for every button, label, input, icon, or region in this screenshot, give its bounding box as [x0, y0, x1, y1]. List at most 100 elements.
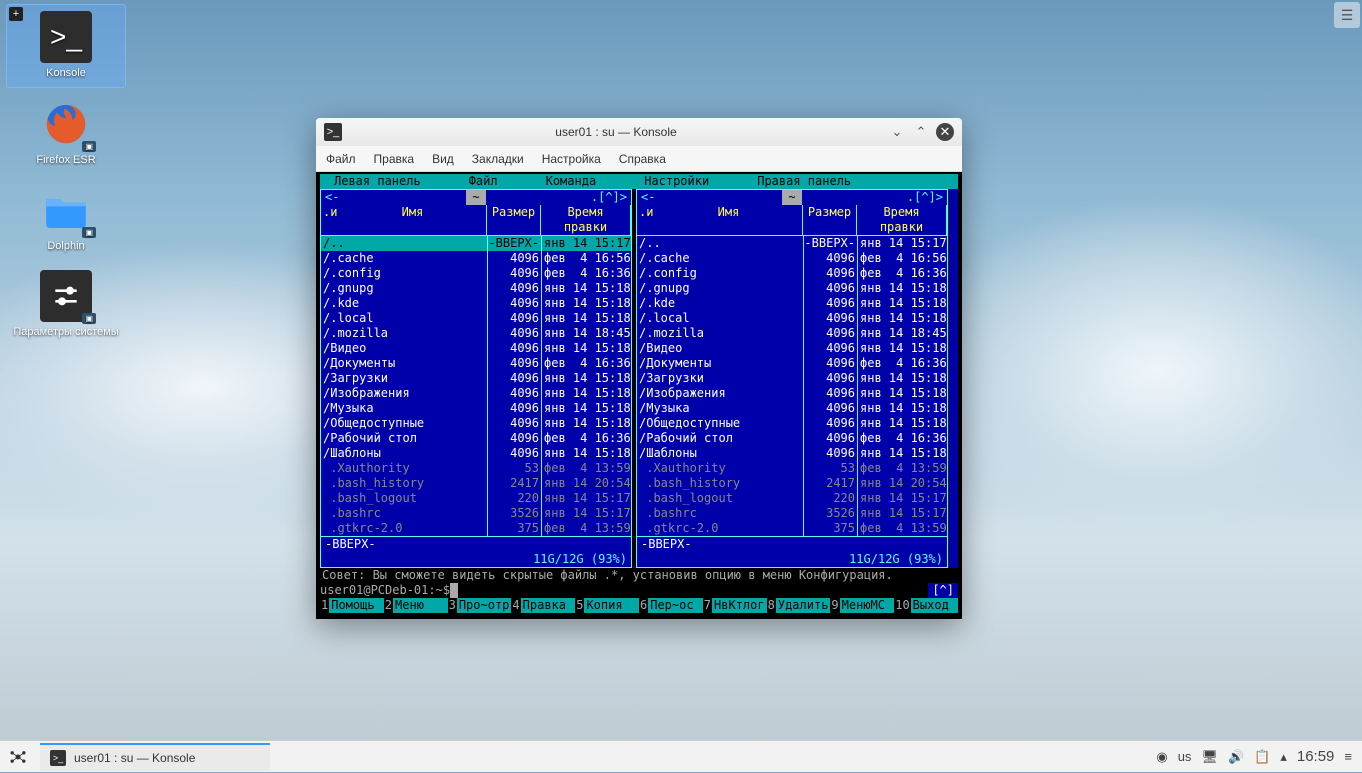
mc-menu-command[interactable]: Команда	[540, 174, 603, 189]
file-row[interactable]: /Документы4096фев 4 16:36	[321, 356, 631, 371]
terminal-area[interactable]: Левая панель Файл Команда Настройки Прав…	[316, 172, 962, 619]
tray-clock[interactable]: 16:59	[1297, 748, 1335, 765]
col-sort[interactable]: .и	[637, 205, 655, 235]
fkey-8[interactable]: 8Удалить	[767, 598, 831, 613]
tray-expand-icon[interactable]: ▴	[1280, 749, 1287, 765]
file-row[interactable]: /.mozilla4096янв 14 18:45	[637, 326, 947, 341]
file-row[interactable]: /Общедоступные4096янв 14 15:18	[637, 416, 947, 431]
menu-help[interactable]: Справка	[619, 152, 666, 166]
fkey-10[interactable]: 10Выход	[894, 598, 958, 613]
file-row[interactable]: .gtkrc-2.0375фев 4 13:59	[637, 521, 947, 536]
mc-menu-left-panel[interactable]: Левая панель	[328, 174, 427, 189]
file-row[interactable]: /.kde4096янв 14 15:18	[637, 296, 947, 311]
tray-volume-icon[interactable]: 🔊	[1228, 749, 1244, 765]
file-name: .Xauthority	[321, 461, 487, 476]
file-row[interactable]: /.config4096фев 4 16:36	[637, 266, 947, 281]
desktop-icon-firefox[interactable]: ▣ Firefox ESR	[6, 92, 126, 174]
mc-prompt[interactable]: user01@PCDeb-01:~$ [^]	[320, 583, 958, 598]
menu-file[interactable]: Файл	[326, 152, 356, 166]
file-row[interactable]: /Загрузки4096янв 14 15:18	[321, 371, 631, 386]
file-row[interactable]: /..-ВВЕРХ-янв 14 15:17	[321, 236, 631, 251]
file-row[interactable]: /.config4096фев 4 16:36	[321, 266, 631, 281]
menu-bookmarks[interactable]: Закладки	[472, 152, 524, 166]
terminal-scrollbar[interactable]	[948, 189, 958, 568]
mc-left-path: <- ~ .[^]>	[321, 190, 631, 205]
col-size[interactable]: Размер	[487, 205, 541, 235]
start-button[interactable]	[0, 741, 36, 773]
file-row[interactable]: /Рабочий стол4096фев 4 16:36	[321, 431, 631, 446]
file-row[interactable]: .bashrc3526янв 14 15:17	[637, 506, 947, 521]
file-date: янв 14 15:18	[541, 416, 631, 431]
file-row[interactable]: /Шаблоны4096янв 14 15:18	[637, 446, 947, 461]
file-row[interactable]: /.gnupg4096янв 14 15:18	[321, 281, 631, 296]
mc-left-path-text[interactable]: ~	[466, 190, 485, 205]
file-row[interactable]: /.kde4096янв 14 15:18	[321, 296, 631, 311]
col-date[interactable]: Время правки	[857, 205, 947, 235]
file-row[interactable]: /..-ВВЕРХ-янв 14 15:17	[637, 236, 947, 251]
fkey-6[interactable]: 6Пер~ос	[639, 598, 703, 613]
col-size[interactable]: Размер	[803, 205, 857, 235]
tray-clipboard-icon[interactable]: 📋	[1254, 749, 1270, 765]
desktop-icon-konsole[interactable]: + >_ Konsole	[6, 4, 126, 88]
file-row[interactable]: /Загрузки4096янв 14 15:18	[637, 371, 947, 386]
taskbar-entry-konsole[interactable]: >_ user01 : su — Konsole	[40, 743, 270, 771]
desktop-menu-button[interactable]: ☰	[1334, 2, 1360, 28]
file-row[interactable]: /Шаблоны4096янв 14 15:18	[321, 446, 631, 461]
fkey-5[interactable]: 5Копия	[575, 598, 639, 613]
menu-edit[interactable]: Правка	[374, 152, 415, 166]
fkey-number: 10	[894, 598, 910, 613]
fkey-9[interactable]: 9МенюMC	[830, 598, 894, 613]
file-size: 3526	[803, 506, 857, 521]
file-row[interactable]: /Рабочий стол4096фев 4 16:36	[637, 431, 947, 446]
menu-view[interactable]: Вид	[432, 152, 454, 166]
desktop-icon-dolphin[interactable]: ▣ Dolphin	[6, 178, 126, 260]
file-row[interactable]: /Музыка4096янв 14 15:18	[637, 401, 947, 416]
mc-right-path-text[interactable]: ~	[782, 190, 801, 205]
fkey-4[interactable]: 4Правка	[511, 598, 575, 613]
close-button[interactable]: ✕	[936, 123, 954, 141]
mc-menu-right-panel[interactable]: Правая панель	[751, 174, 857, 189]
mc-menu-file[interactable]: Файл	[463, 174, 504, 189]
file-size: 4096	[803, 296, 857, 311]
desktop-icon-system-settings[interactable]: ▣ Параметры системы	[6, 264, 126, 346]
tray-display-icon[interactable]: 🖥	[1201, 749, 1218, 765]
fkey-7[interactable]: 7НвКтлог	[703, 598, 767, 613]
col-name[interactable]: Имя	[655, 205, 803, 235]
file-row[interactable]: .bash_history2417янв 14 20:54	[321, 476, 631, 491]
col-name[interactable]: Имя	[339, 205, 487, 235]
col-date[interactable]: Время правки	[541, 205, 631, 235]
file-row[interactable]: /.local4096янв 14 15:18	[321, 311, 631, 326]
file-row[interactable]: .bash_history2417янв 14 20:54	[637, 476, 947, 491]
file-row[interactable]: /Изображения4096янв 14 15:18	[637, 386, 947, 401]
file-row[interactable]: .Xauthority53фев 4 13:59	[321, 461, 631, 476]
fkey-2[interactable]: 2Меню	[384, 598, 448, 613]
file-row[interactable]: /Видео4096янв 14 15:18	[321, 341, 631, 356]
file-row[interactable]: /Изображения4096янв 14 15:18	[321, 386, 631, 401]
file-row[interactable]: /.local4096янв 14 15:18	[637, 311, 947, 326]
file-row[interactable]: /.mozilla4096янв 14 18:45	[321, 326, 631, 341]
file-row[interactable]: .bash_logout220янв 14 15:17	[321, 491, 631, 506]
tray-accessibility-icon[interactable]: ◉	[1156, 749, 1167, 765]
file-row[interactable]: .bash_logout220янв 14 15:17	[637, 491, 947, 506]
menu-settings[interactable]: Настройка	[542, 152, 601, 166]
file-row[interactable]: /.cache4096фев 4 16:56	[637, 251, 947, 266]
minimize-button[interactable]: ⌄	[888, 123, 906, 141]
mc-menu-options[interactable]: Настройки	[638, 174, 715, 189]
file-row[interactable]: /Видео4096янв 14 15:18	[637, 341, 947, 356]
fkey-3[interactable]: 3Про~отр	[448, 598, 512, 613]
col-sort[interactable]: .и	[321, 205, 339, 235]
file-row[interactable]: /Музыка4096янв 14 15:18	[321, 401, 631, 416]
tray-keyboard-layout[interactable]: us	[1178, 749, 1192, 764]
file-row[interactable]: /Документы4096фев 4 16:36	[637, 356, 947, 371]
mc-left-panel: <- ~ .[^]> .и Имя Размер Время правки /.…	[320, 189, 632, 568]
file-row[interactable]: .gtkrc-2.0375фев 4 13:59	[321, 521, 631, 536]
file-row[interactable]: /.gnupg4096янв 14 15:18	[637, 281, 947, 296]
file-row[interactable]: /Общедоступные4096янв 14 15:18	[321, 416, 631, 431]
fkey-1[interactable]: 1Помощь	[320, 598, 384, 613]
window-titlebar[interactable]: >_ user01 : su — Konsole ⌄ ⌃ ✕	[316, 118, 962, 146]
file-row[interactable]: /.cache4096фев 4 16:56	[321, 251, 631, 266]
file-row[interactable]: .Xauthority53фев 4 13:59	[637, 461, 947, 476]
maximize-button[interactable]: ⌃	[912, 123, 930, 141]
file-row[interactable]: .bashrc3526янв 14 15:17	[321, 506, 631, 521]
tray-panel-menu-icon[interactable]: ≡	[1344, 749, 1352, 764]
